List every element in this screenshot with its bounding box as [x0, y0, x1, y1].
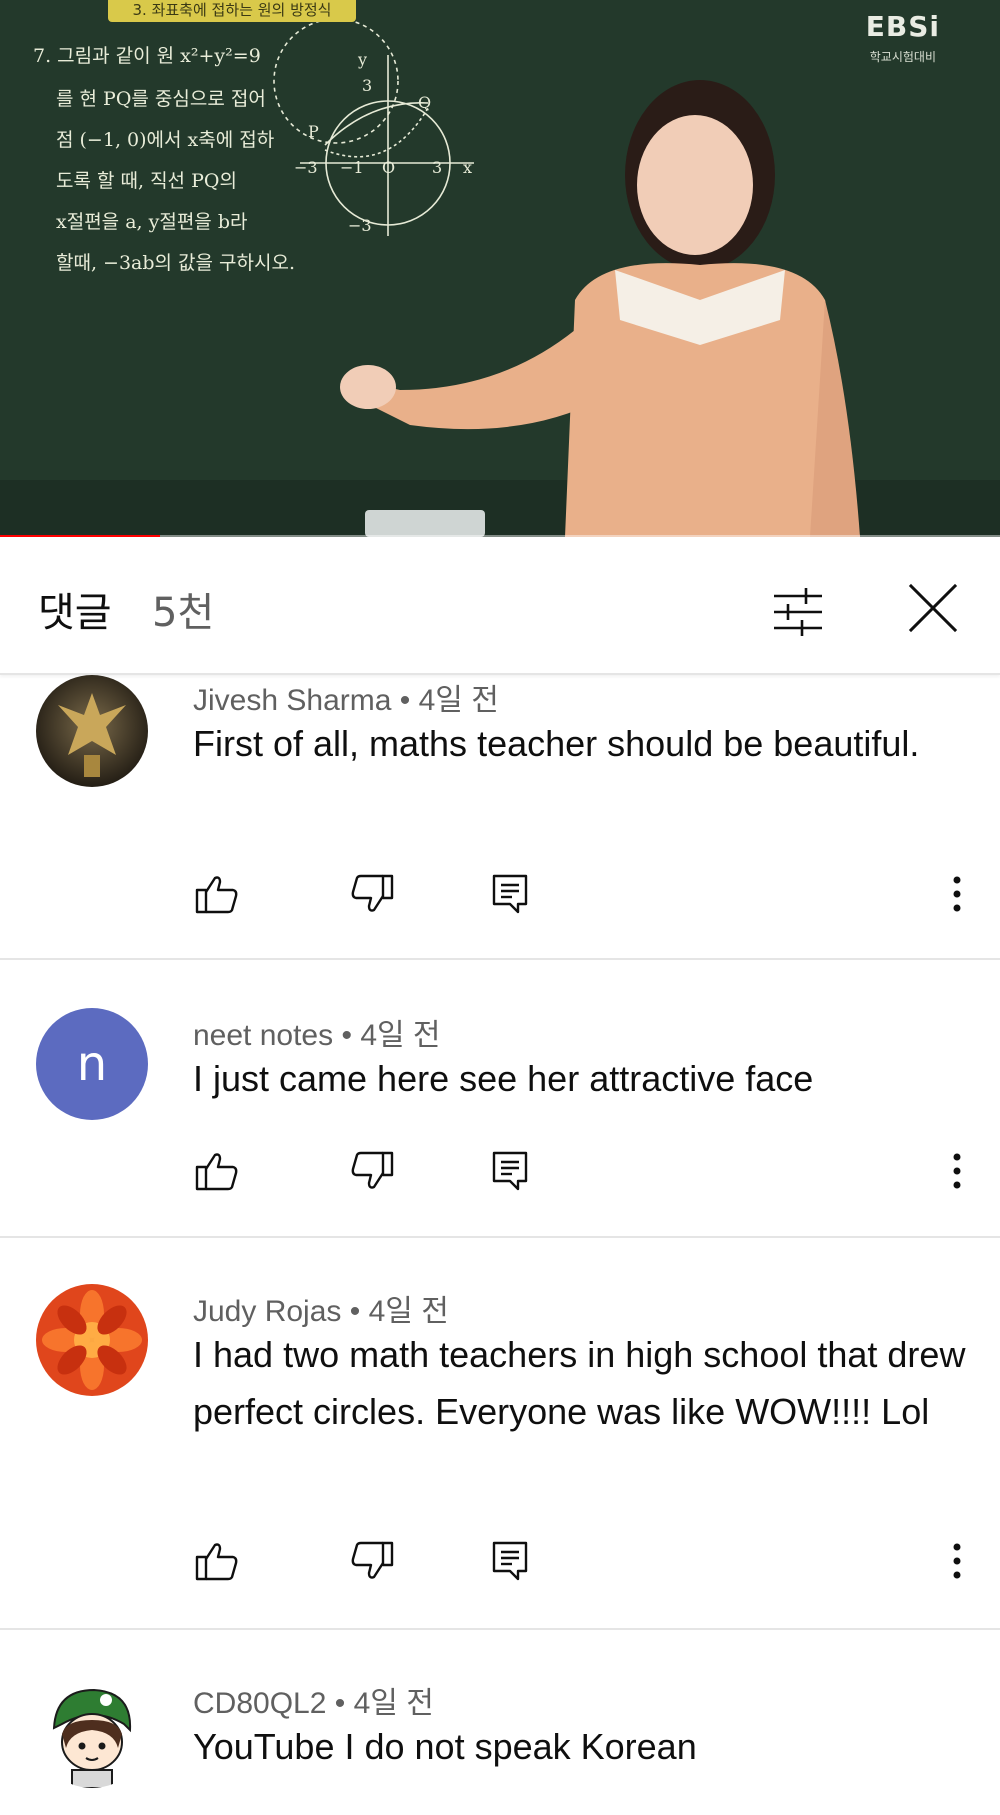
- graph-label-origin: O: [382, 158, 396, 177]
- comment-author[interactable]: CD80QL2: [193, 1687, 326, 1720]
- graph-label-y-bottom: −3: [348, 216, 372, 235]
- lesson-banner: 3. 좌표축에 접하는 원의 방정식: [108, 0, 356, 22]
- graph-label-y-axis: y: [358, 50, 368, 69]
- comment-actions: [193, 1537, 973, 1587]
- thumbs-up-icon[interactable]: [193, 1537, 241, 1585]
- thumbs-down-icon[interactable]: [348, 1537, 396, 1585]
- thumbs-down-icon[interactable]: [348, 870, 396, 918]
- problem-line: 할때, −3ab의 값을 구하시오.: [56, 252, 296, 274]
- problem-line: 7. 그림과 같이 원 x²+y²=9: [33, 45, 261, 67]
- comment-item: Jivesh Sharma • 4일 전 First of all, maths…: [0, 675, 1000, 960]
- comment-text: I had two math teachers in high school t…: [193, 1334, 966, 1432]
- comment-text: YouTube I do not speak Korean: [193, 1726, 697, 1767]
- comment-item: Judy Rojas • 4일 전 I had two math teacher…: [0, 1238, 1000, 1630]
- comment-age: 4일 전: [368, 1295, 449, 1328]
- avatar[interactable]: [36, 1284, 148, 1396]
- graph-label-q: Q: [418, 93, 432, 112]
- thumbs-up-icon[interactable]: [193, 870, 241, 918]
- comment-author[interactable]: neet notes: [193, 1019, 333, 1052]
- comment-item: CD80QL2 • 4일 전 YouTube I do not speak Ko…: [0, 1630, 1000, 1815]
- statue-avatar-image: [36, 675, 148, 787]
- comments-header: 댓글 5천: [0, 540, 1000, 675]
- comment-item: n neet notes • 4일 전 I just came here see…: [0, 960, 1000, 1238]
- avatar[interactable]: [36, 675, 148, 787]
- graph-label-p: P: [308, 122, 319, 141]
- problem-line: 점 (−1, 0)에서 x축에 접하: [56, 129, 275, 151]
- progress-fill[interactable]: [0, 535, 160, 537]
- more-vertical-icon[interactable]: [933, 1537, 981, 1585]
- reply-icon[interactable]: [486, 1537, 534, 1585]
- comments-title: 댓글: [38, 590, 112, 636]
- reply-icon[interactable]: [486, 1147, 534, 1195]
- cartoon-avatar-image: [36, 1676, 148, 1788]
- more-vertical-icon[interactable]: [933, 1147, 981, 1195]
- comment-age: 4일 전: [360, 1019, 441, 1052]
- graph-label-x-left: −3: [294, 158, 318, 177]
- ebs-logo-subtitle: 학교시험대비: [869, 50, 936, 64]
- comment-meta: Jivesh Sharma • 4일 전: [193, 684, 499, 717]
- thumbs-down-icon[interactable]: [348, 1147, 396, 1195]
- comments-count: 5천: [152, 590, 215, 636]
- problem-line: x절편을 a, y절편을 b라: [56, 211, 248, 233]
- avatar[interactable]: [36, 1676, 148, 1788]
- comment-actions: [193, 870, 973, 920]
- comment-meta: neet notes • 4일 전: [193, 1019, 441, 1052]
- comment-actions: [193, 1147, 973, 1197]
- comment-meta: CD80QL2 • 4일 전: [193, 1687, 434, 1720]
- comment-age: 4일 전: [418, 684, 499, 717]
- comment-author[interactable]: Judy Rojas: [193, 1295, 341, 1328]
- comment-text: First of all, maths teacher should be be…: [193, 723, 920, 764]
- problem-line: 도록 할 때, 직선 PQ의: [56, 170, 237, 192]
- comment-meta: Judy Rojas • 4일 전: [193, 1295, 449, 1328]
- problem-line: 를 현 PQ를 중심으로 접어: [56, 88, 266, 110]
- sort-icon[interactable]: [770, 584, 826, 640]
- flower-avatar-image: [36, 1284, 148, 1396]
- comment-text: I just came here see her attractive face: [193, 1058, 814, 1099]
- avatar-letter: n: [76, 1036, 108, 1092]
- graph-label-x-neg1: −1: [340, 158, 364, 177]
- comment-author[interactable]: Jivesh Sharma: [193, 684, 391, 717]
- graph-label-y-top: 3: [362, 76, 373, 95]
- more-vertical-icon[interactable]: [933, 870, 981, 918]
- avatar[interactable]: n: [36, 1008, 148, 1120]
- ebs-logo: EBSi: [865, 10, 940, 43]
- graph-label-x-right: 3: [432, 158, 443, 177]
- thumbs-up-icon[interactable]: [193, 1147, 241, 1195]
- graph-label-x-axis: x: [463, 158, 473, 177]
- reply-icon[interactable]: [486, 870, 534, 918]
- comment-list[interactable]: Jivesh Sharma • 4일 전 First of all, maths…: [0, 675, 1000, 1815]
- video-player[interactable]: 3. 좌표축에 접하는 원의 방정식 EBSi 학교시험대비 7. 그림과 같이…: [0, 0, 1000, 537]
- comment-age: 4일 전: [353, 1687, 434, 1720]
- close-icon[interactable]: [905, 580, 961, 636]
